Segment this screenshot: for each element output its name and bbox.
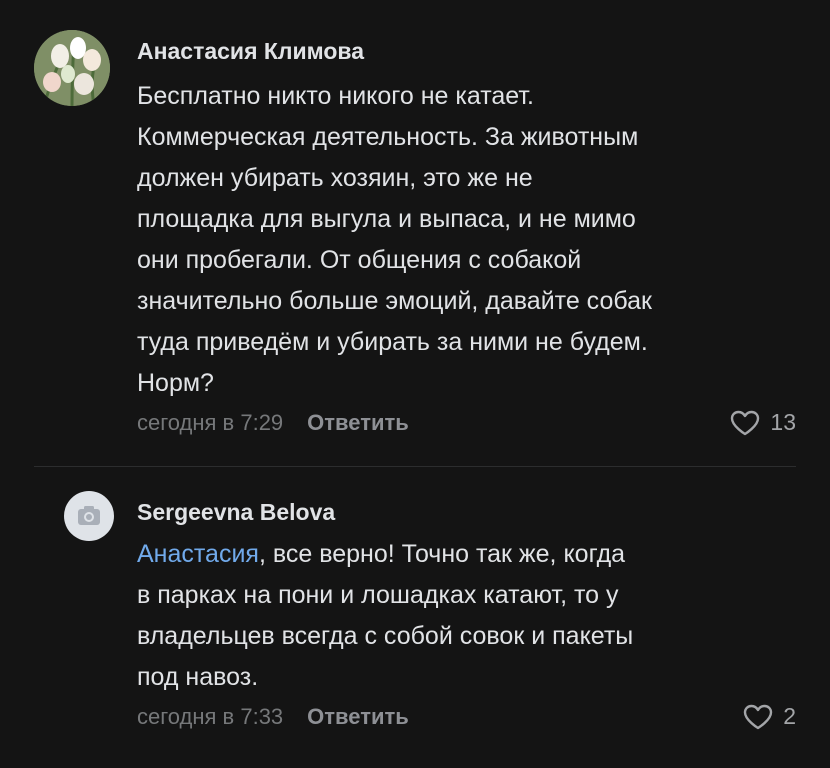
comment-text: Бесплатно никто никого не катает. Коммер… <box>137 76 807 404</box>
comment-meta: сегодня в 7:29 Ответить <box>137 410 409 436</box>
comment-meta: сегодня в 7:33 Ответить <box>137 704 409 730</box>
comment-text-line: Норм? <box>137 369 214 397</box>
comment-text-fragment: , все верно! Точно так же, когда <box>258 540 626 568</box>
comment-text-line: владельцев всегда с собой совок и пакеты <box>137 622 634 650</box>
like-button[interactable]: 13 <box>730 409 796 436</box>
comment-text-line: туда приведём и убирать за ними не будем… <box>137 328 648 356</box>
comment-text: Анастасия, все верно! Точно так же, когд… <box>137 534 807 698</box>
avatar[interactable] <box>64 491 114 541</box>
reply-button[interactable]: Ответить <box>307 410 409 435</box>
comment-text-line: Анастасия, все верно! Точно так же, когд… <box>137 534 807 575</box>
mention-link[interactable]: Анастасия <box>137 540 259 568</box>
reply-button[interactable]: Ответить <box>307 704 409 729</box>
heart-icon <box>731 410 760 435</box>
comments-screen: Анастасия Климова Бесплатно никто никого… <box>0 0 830 768</box>
comment-text-line: значительно больше эмоций, давайте собак <box>137 287 652 315</box>
comment-author[interactable]: Анастасия Климова <box>137 38 364 65</box>
comment-divider <box>34 466 796 467</box>
comment-author[interactable]: Sergeevna Belova <box>137 499 335 526</box>
comment-text-line: Бесплатно никто никого не катает. <box>137 82 534 110</box>
comment-time: сегодня в 7:29 <box>137 410 284 435</box>
comment-text-line: Коммерческая деятельность. За животным <box>137 123 639 151</box>
tulips-photo-icon <box>34 30 110 106</box>
comment-text-line: площадка для выгула и выпаса, и не мимо <box>137 205 636 233</box>
camera-icon <box>78 506 100 525</box>
like-count: 13 <box>770 409 796 435</box>
comment-text-line: должен убирать хозяин, это же не <box>137 164 533 192</box>
comment-text-line: в парках на пони и лошадках катают, то у <box>137 581 619 609</box>
comment-text-line: под навоз. <box>137 663 259 691</box>
comment-time: сегодня в 7:33 <box>137 704 284 729</box>
comment-text-line: они пробегали. От общения с собакой <box>137 246 582 274</box>
like-count: 2 <box>783 703 796 729</box>
avatar[interactable] <box>34 30 110 106</box>
like-button[interactable]: 2 <box>743 703 796 730</box>
heart-icon <box>744 704 773 729</box>
